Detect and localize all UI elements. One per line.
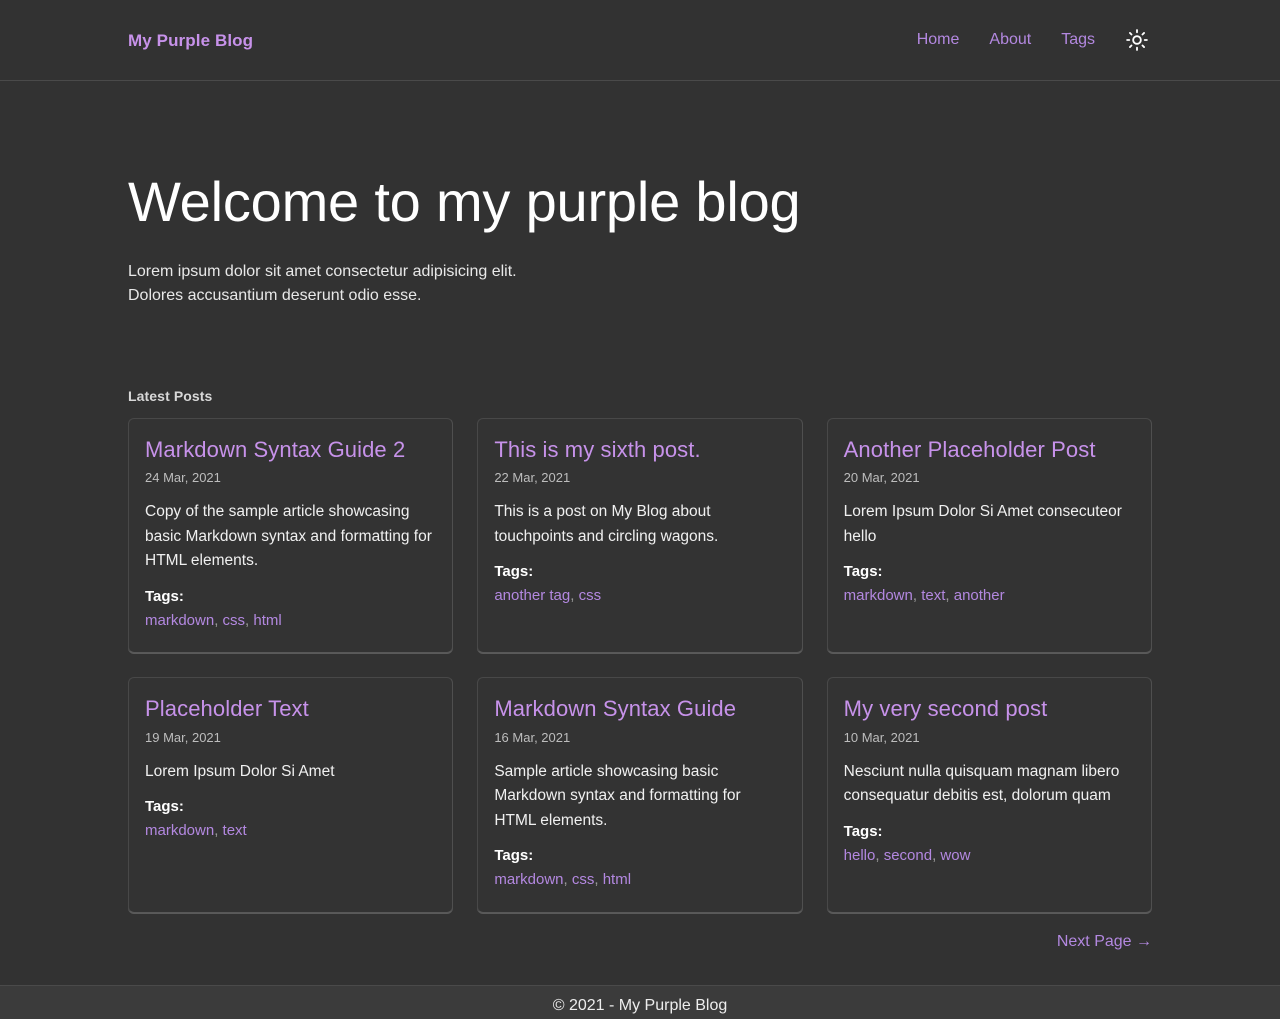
post-title-link[interactable]: Markdown Syntax Guide: [494, 695, 785, 723]
tags-list: markdown, text, another: [844, 585, 1135, 608]
tag-separator: ,: [594, 871, 603, 889]
nav-link-home[interactable]: Home: [902, 32, 975, 48]
latest-posts-heading: Latest Posts: [128, 387, 213, 404]
tag-link[interactable]: hello: [844, 847, 876, 864]
post-date: 10 Mar, 2021: [843, 729, 920, 745]
site-brand-link[interactable]: My Purple Blog: [128, 32, 253, 49]
theme-toggle-button[interactable]: [1122, 25, 1152, 55]
post-date: 16 Mar, 2021: [494, 729, 571, 745]
tag-link[interactable]: text: [921, 587, 945, 604]
site-header: My Purple Blog Home About Tags: [0, 0, 1280, 81]
post-card[interactable]: Markdown Syntax Guide 16 Mar, 2021 Sampl…: [477, 677, 803, 913]
hero-subtitle-line-2: Dolores accusantium deserunt odio esse.: [128, 286, 422, 304]
post-title-link[interactable]: Placeholder Text: [145, 695, 436, 723]
post-title-link[interactable]: This is my sixth post.: [494, 436, 785, 464]
post-title-link[interactable]: Another Placeholder Post: [844, 436, 1135, 464]
page-title: Welcome to my purple blog: [128, 170, 801, 233]
post-card[interactable]: Another Placeholder Post 20 Mar, 2021 Lo…: [826, 417, 1152, 654]
site-footer: © 2021 - My Purple Blog: [0, 984, 1280, 1019]
tags-label: Tags:: [843, 822, 883, 840]
post-card[interactable]: Markdown Syntax Guide 2 24 Mar, 2021 Cop…: [128, 417, 454, 654]
post-date: 19 Mar, 2021: [145, 729, 221, 745]
tag-link[interactable]: text: [223, 822, 247, 839]
hero-subtitle: Lorem ipsum dolor sit amet consectetur a…: [128, 260, 1152, 308]
tag-separator: ,: [214, 822, 223, 840]
nav-link-tags[interactable]: Tags: [1046, 32, 1110, 48]
sun-icon: [1126, 29, 1148, 51]
tag-link[interactable]: css: [579, 587, 602, 604]
tags-list: markdown, css, html: [145, 610, 436, 633]
post-title-link[interactable]: Markdown Syntax Guide 2: [145, 436, 436, 464]
footer-copyright: © 2021 - My Purple Blog: [552, 997, 728, 1015]
tags-list: hello, second, wow: [844, 845, 1135, 868]
tag-separator: ,: [912, 587, 922, 605]
tag-link[interactable]: css: [223, 612, 246, 629]
tag-separator: ,: [570, 587, 579, 605]
post-excerpt: Lorem Ipsum Dolor Si Amet: [145, 762, 335, 780]
hero-section: Welcome to my purple blog Lorem ipsum do…: [128, 81, 1152, 308]
tag-link[interactable]: markdown: [844, 587, 913, 604]
tags-label: Tags:: [145, 587, 184, 605]
tags-label: Tags:: [145, 798, 184, 816]
tag-link[interactable]: html: [253, 612, 281, 629]
post-excerpt: Copy of the sample article showcasing ba…: [145, 503, 432, 570]
tag-link[interactable]: another: [954, 587, 1005, 604]
main-content: Welcome to my purple blog Lorem ipsum do…: [0, 81, 1280, 985]
post-card[interactable]: My very second post 10 Mar, 2021 Nesciun…: [826, 677, 1152, 913]
tag-separator: ,: [563, 871, 572, 889]
tag-link[interactable]: second: [884, 847, 932, 864]
nav-link-about[interactable]: About: [974, 32, 1046, 48]
tag-link[interactable]: html: [603, 871, 631, 888]
post-excerpt: Sample article showcasing basic Markdown…: [494, 762, 741, 829]
page-root: My Purple Blog Home About Tags Welcome t…: [0, 0, 1280, 1019]
tag-link[interactable]: wow: [940, 847, 970, 864]
pagination: Next Page →: [128, 933, 1152, 985]
tags-label: Tags:: [494, 563, 534, 581]
tags-list: another tag, css: [494, 585, 785, 608]
tag-link[interactable]: another tag: [494, 587, 570, 604]
post-excerpt: Lorem Ipsum Dolor Si Amet consecuteor he…: [843, 503, 1122, 545]
post-title-link[interactable]: My very second post: [844, 695, 1135, 723]
tag-separator: ,: [875, 846, 884, 864]
next-page-link[interactable]: Next Page →: [1057, 933, 1152, 951]
tag-separator: ,: [945, 587, 954, 605]
tag-separator: ,: [214, 611, 223, 629]
post-excerpt: This is a post on My Blog about touchpoi…: [494, 503, 719, 545]
main-navigation: Home About Tags: [902, 25, 1152, 55]
tag-link[interactable]: markdown: [494, 871, 563, 888]
tags-label: Tags:: [843, 563, 883, 581]
post-grid: Markdown Syntax Guide 2 24 Mar, 2021 Cop…: [128, 417, 1152, 913]
tags-list: markdown, text: [145, 820, 436, 843]
post-date: 20 Mar, 2021: [843, 470, 920, 486]
post-card[interactable]: Placeholder Text 19 Mar, 2021 Lorem Ipsu…: [128, 677, 454, 913]
hero-subtitle-line-1: Lorem ipsum dolor sit amet consectetur a…: [128, 262, 517, 280]
tag-link[interactable]: markdown: [145, 612, 214, 629]
tag-link[interactable]: markdown: [145, 822, 214, 839]
tag-link[interactable]: css: [572, 871, 595, 888]
post-card[interactable]: This is my sixth post. 22 Mar, 2021 This…: [477, 417, 803, 654]
post-date: 22 Mar, 2021: [494, 470, 571, 486]
post-excerpt: Nesciunt nulla quisquam magnam libero co…: [843, 762, 1120, 805]
tags-list: markdown, css, html: [494, 869, 785, 892]
tags-label: Tags:: [494, 847, 534, 865]
post-date: 24 Mar, 2021: [145, 470, 221, 486]
